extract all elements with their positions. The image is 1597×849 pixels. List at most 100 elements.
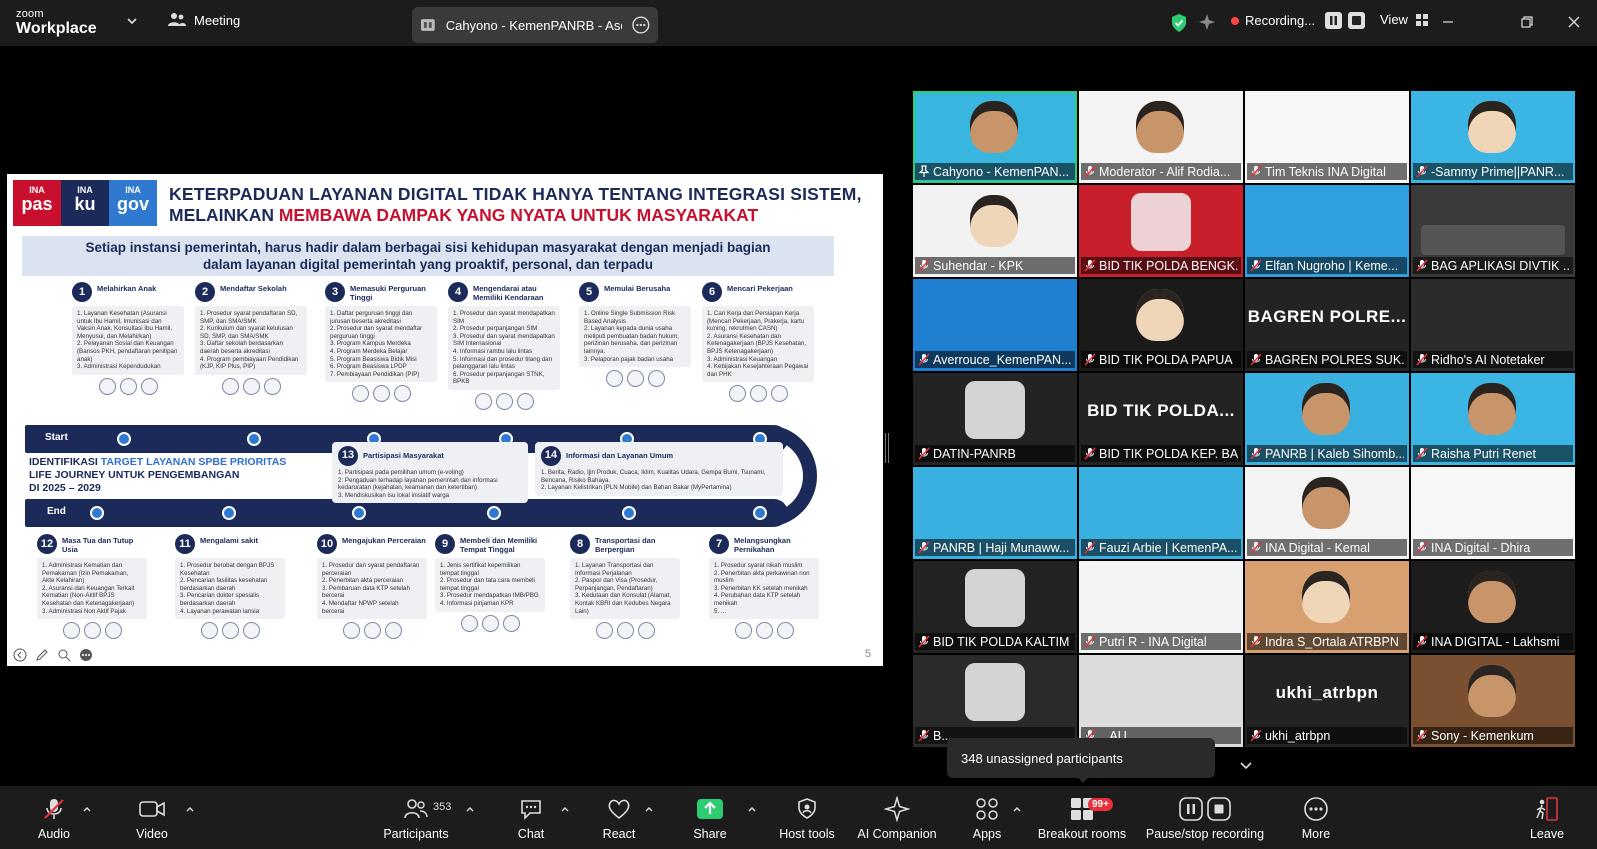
participant-tile[interactable]: INA Digital - Dhira — [1411, 467, 1575, 559]
shared-screen[interactable]: INA pas INA ku INA gov KETERPADUAN LAYANAN … — [7, 146, 883, 694]
share-screen-icon — [697, 799, 723, 819]
participant-name-label: Raisha Putri Renet — [1413, 445, 1573, 462]
participant-name-label: Tim Teknis INA Digital — [1247, 163, 1407, 180]
host-tools-button[interactable]: Host tools — [775, 786, 839, 849]
chevron-up-icon[interactable] — [1012, 804, 1022, 814]
participant-tile[interactable]: INA Digital - Kemal — [1245, 467, 1409, 559]
view-menu[interactable]: View — [1380, 12, 1428, 27]
audio-button[interactable]: Audio — [33, 786, 75, 849]
recording-indicator[interactable]: Recording... — [1231, 12, 1366, 29]
view-label: View — [1380, 12, 1408, 27]
participant-tile[interactable]: Ridho's AI Notetaker — [1411, 279, 1575, 371]
restore-button[interactable] — [1515, 10, 1539, 34]
magnifier-icon[interactable] — [56, 647, 72, 663]
participant-tile[interactable]: PANRB | Kaleb Sihomb... — [1245, 373, 1409, 465]
step-detail-item: 1. Partisipasi pada pemilihan umum (e-vo… — [338, 469, 464, 476]
participant-tile[interactable]: BAG APLIKASI DIVTIK ... — [1411, 185, 1575, 277]
pause-recording-button[interactable] — [1325, 12, 1343, 29]
life-journey-step: 6 Mencari Pekerjaan 1. Cari Kerja dan Pers… — [702, 282, 814, 403]
step-detail-item: 1. Prosedur berobat dengan BPJS Kesehata… — [180, 562, 275, 577]
participant-tile[interactable]: Suhendar - KPK — [913, 185, 1077, 277]
participant-tile[interactable]: BID TIK POLDA... BID TIK POLDA KEP. BA... — [1079, 373, 1243, 465]
participant-tile[interactable]: B... — [913, 655, 1077, 747]
agency-logo-icon — [393, 385, 411, 403]
chevron-up-icon[interactable] — [465, 804, 475, 814]
unassigned-participants-popover[interactable]: 348 unassigned participants — [947, 738, 1215, 778]
participant-tile[interactable]: Putri R - INA Digital — [1079, 561, 1243, 653]
more-icon[interactable] — [78, 647, 94, 663]
breakout-rooms-button[interactable]: Breakout rooms — [1036, 786, 1128, 849]
video-button[interactable]: Video — [131, 786, 173, 849]
more-button[interactable]: More — [1295, 786, 1337, 849]
chevron-up-icon[interactable] — [82, 804, 92, 814]
grid-view-icon — [1415, 13, 1428, 26]
participant-tile[interactable]: BID TIK POLDA KALTIM — [913, 561, 1077, 653]
chevron-up-icon[interactable] — [644, 804, 654, 814]
more-options-icon[interactable] — [632, 16, 650, 34]
agency-logo-icon — [342, 622, 360, 640]
ai-companion-button[interactable]: AI Companion — [852, 786, 942, 849]
chevron-down-icon[interactable] — [125, 14, 139, 28]
splitter-handle[interactable] — [885, 433, 889, 463]
step-detail-item: 3. Mendiskusikan isu lokal inisiatif war… — [338, 491, 450, 499]
shield-check-icon[interactable] — [1170, 13, 1188, 33]
meeting-menu[interactable]: Meeting — [168, 12, 240, 28]
pen-icon[interactable] — [34, 647, 50, 663]
apps-button[interactable]: Apps — [966, 786, 1008, 849]
video-label: Video — [136, 827, 168, 841]
agency-logo-icon — [363, 622, 381, 640]
step-detail-item: 3. Prosedur dan syarat mendapatkan SIM I… — [453, 332, 555, 348]
participant-tile[interactable]: Cahyono - KemenPAN... — [913, 91, 1077, 183]
participant-tile[interactable]: ukhi_atrbpn ukhi_atrbpn — [1245, 655, 1409, 747]
participant-tile[interactable]: PANRB | Haji Munaww... — [913, 467, 1077, 559]
agency-logos — [709, 622, 819, 640]
leave-button[interactable]: Leave — [1526, 786, 1568, 849]
share-label: Share — [693, 827, 727, 841]
chat-button[interactable]: Chat — [510, 786, 552, 849]
react-label: React — [602, 827, 636, 841]
back-arrow-icon[interactable] — [12, 647, 28, 663]
agency-logo-icon — [605, 370, 623, 388]
participant-tile[interactable]: Averrouce_KemenPAN... — [913, 279, 1077, 371]
participant-tile[interactable]: -Sammy Prime||PANR... — [1411, 91, 1575, 183]
participant-tile[interactable]: BID TIK POLDA BENGK... — [1079, 185, 1243, 277]
step-detail-item: 2. Pengaduan terhadap layanan pemerintah… — [338, 476, 498, 492]
participant-tile[interactable]: INA DIGITAL - Lakhsmi — [1411, 561, 1575, 653]
stop-recording-button[interactable] — [1348, 12, 1366, 29]
chevron-down-icon[interactable] — [1238, 757, 1254, 773]
active-speaker-pill[interactable]: Cahyono - KemenPANRB - Asdep — [412, 7, 658, 43]
pause-stop-recording-button[interactable]: Pause/stop recording — [1145, 786, 1265, 849]
participant-name-label: BAGREN POLRES SUK... — [1247, 351, 1407, 368]
track-milestone-dot — [247, 432, 261, 446]
chevron-up-icon[interactable] — [560, 804, 570, 814]
participant-tile[interactable]: Sony - Kemenkum — [1411, 655, 1575, 747]
participant-name: ukhi_atrbpn — [1265, 728, 1331, 743]
react-button[interactable]: React — [598, 786, 640, 849]
participant-tile[interactable]: Fauzi Arbie | KemenPA... — [1079, 467, 1243, 559]
agency-logo-icon — [755, 622, 773, 640]
chevron-up-icon[interactable] — [185, 804, 195, 814]
participants-button[interactable]: Participants — [381, 786, 451, 849]
participant-name: Ridho's AI Notetaker — [1431, 352, 1545, 367]
participant-tile[interactable]: DATIN-PANRB — [913, 373, 1077, 465]
participant-tile[interactable]: BAGREN POLRE... BAGREN POLRES SUK... — [1245, 279, 1409, 371]
participant-tile[interactable]: BID TIK POLDA PAPUA — [1079, 279, 1243, 371]
participant-tile[interactable]: Elfan Nugroho | Keme... — [1245, 185, 1409, 277]
step-details: 1. Daftar perguruan tinggi dan jurusan b… — [325, 306, 437, 383]
chevron-up-icon[interactable] — [747, 804, 757, 814]
slide-toolbar[interactable] — [12, 647, 94, 663]
minimize-button[interactable] — [1436, 10, 1460, 34]
close-button[interactable] — [1562, 10, 1586, 34]
participant-tile[interactable]: ...AU — [1079, 655, 1243, 747]
participant-tile[interactable]: Moderator - Alif Rodia... — [1079, 91, 1243, 183]
participant-display-text: BID TIK POLDA... — [1087, 401, 1235, 420]
participant-tile[interactable]: Raisha Putri Renet — [1411, 373, 1575, 465]
step-detail-item: 1. Berita, Radio, Ijin Produk, Cuaca, Ik… — [541, 469, 766, 484]
participant-tile[interactable]: Tim Teknis INA Digital — [1245, 91, 1409, 183]
share-button[interactable]: Share — [689, 786, 731, 849]
identification-heading: IDENTIFIKASI TARGET LAYANAN SPBE PRIORIT… — [29, 456, 287, 494]
step-header: 10 Mengajukan Perceraian — [317, 534, 427, 554]
sparkle-icon[interactable] — [1198, 13, 1216, 31]
participant-tile[interactable]: Indra S_Ortala ATRBPN — [1245, 561, 1409, 653]
step-detail-item: 2. Asuransi Kesehatan dan Ketenagakerjaa… — [707, 332, 807, 355]
